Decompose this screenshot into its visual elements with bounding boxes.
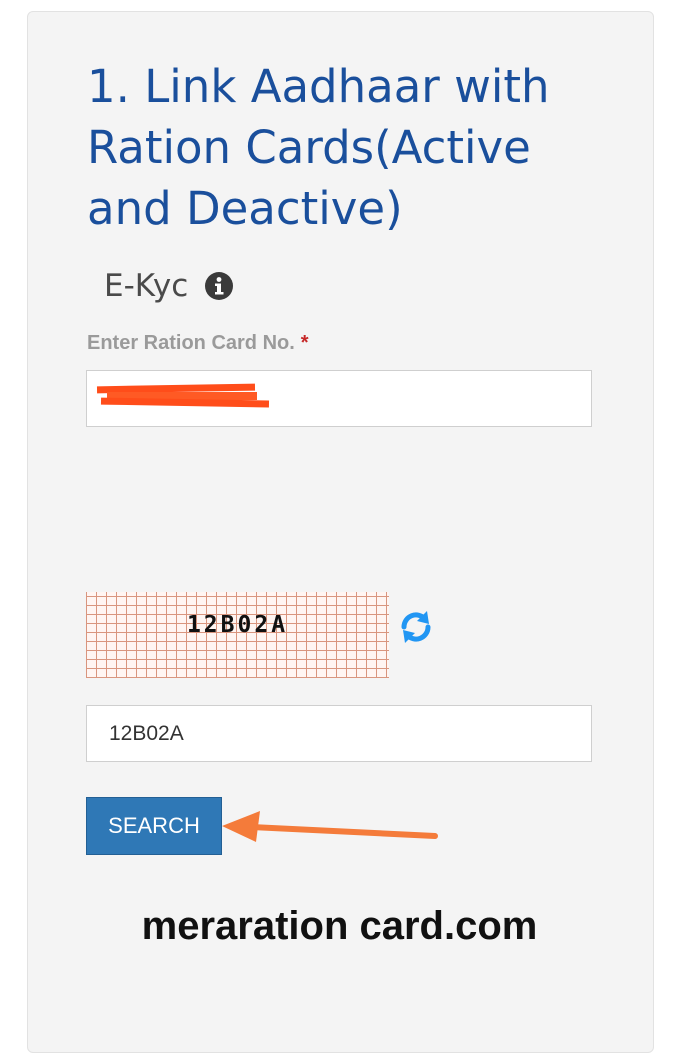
- captcha-image-text: 12B02A: [186, 612, 289, 638]
- info-circle-icon[interactable]: [204, 271, 234, 301]
- watermark-text: meraration card.com: [141, 904, 538, 948]
- annotation-arrow: [222, 811, 438, 842]
- captcha-image: 12B02A: [86, 592, 389, 678]
- search-button[interactable]: SEARCH: [86, 797, 222, 855]
- refresh-icon[interactable]: [396, 607, 436, 647]
- redaction-scribble: [96, 383, 270, 408]
- ekyc-label: E-Kyc: [104, 268, 189, 304]
- ration-card-input[interactable]: [86, 370, 592, 427]
- required-asterisk: *: [300, 332, 309, 354]
- ration-card-label: Enter Ration Card No. *: [87, 332, 309, 355]
- captcha-input-box: [86, 705, 592, 762]
- page-title: 1. Link Aadhaar with Ration Cards(Active…: [87, 60, 550, 235]
- ekyc-row: E-Kyc: [104, 266, 234, 306]
- captcha-input[interactable]: [87, 706, 591, 761]
- ration-card-label-text: Enter Ration Card No.: [87, 332, 295, 354]
